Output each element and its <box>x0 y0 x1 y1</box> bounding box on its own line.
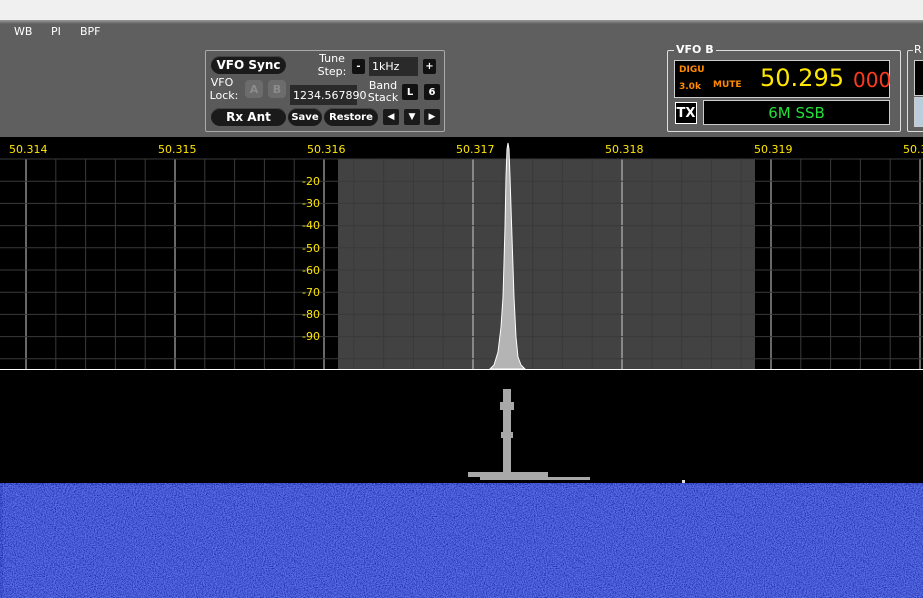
vfo-b-sub-frequency: 000 <box>853 68 892 92</box>
top-freq-tick: 50.316 <box>307 143 346 156</box>
frequency-entry[interactable]: 1234.567890 <box>290 85 366 105</box>
right-panel-title: R <box>913 43 923 56</box>
tune-step-plus-button[interactable]: + <box>423 59 436 74</box>
panadapter[interactable] <box>0 137 923 372</box>
down-arrow-icon[interactable]: ▼ <box>404 109 420 125</box>
tune-step-label-1: Tune <box>319 52 345 65</box>
vfo-b-display[interactable]: DIGU 3.0k MUTE 50.295 000 <box>674 60 892 98</box>
tune-step-minus-button[interactable]: - <box>352 59 365 74</box>
db-tick: -60 <box>302 263 320 277</box>
waterfall[interactable] <box>0 372 923 598</box>
band-stack-6-button[interactable]: 6 <box>424 84 440 100</box>
vfo-sync-button[interactable]: VFO Sync <box>211 56 286 74</box>
tx-button[interactable]: TX <box>675 102 697 124</box>
filter-passband <box>338 159 755 370</box>
restore-button[interactable]: Restore <box>324 108 378 126</box>
db-tick: -40 <box>302 219 320 233</box>
vfo-lock-label-2: Lock: <box>209 89 239 102</box>
menu-bpf[interactable]: BPF <box>80 25 101 38</box>
db-tick: -90 <box>302 330 320 344</box>
top-freq-tick: 50.315 <box>158 143 197 156</box>
right-panel-display-2 <box>914 97 923 127</box>
top-freq-tick: 50.317 <box>456 143 495 156</box>
band-stack-label-2: Stack <box>367 91 399 104</box>
top-freq-tick: 50.3 <box>903 143 923 156</box>
menu-wb[interactable]: WB <box>14 25 32 38</box>
lock-a-button[interactable]: A <box>245 80 263 98</box>
top-freq-tick: 50.314 <box>9 143 48 156</box>
db-tick: -20 <box>302 175 320 188</box>
tune-step-label-2: Step: <box>317 65 347 78</box>
title-bar <box>0 0 923 20</box>
save-button[interactable]: Save <box>288 108 322 126</box>
db-tick: -80 <box>302 308 320 322</box>
db-tick: -30 <box>302 197 320 211</box>
top-freq-tick: 50.319 <box>754 143 793 156</box>
band-mode-display: 6M SSB <box>703 100 890 125</box>
mode-label: DIGU <box>679 65 705 75</box>
db-tick: -50 <box>302 241 320 255</box>
right-panel-display <box>914 60 923 96</box>
lock-b-button[interactable]: B <box>268 80 286 98</box>
left-arrow-icon[interactable]: ◀ <box>383 109 399 125</box>
top-freq-tick: 50.318 <box>605 143 644 156</box>
tune-step-value[interactable]: 1kHz <box>369 57 418 76</box>
vfo-lock-label-1: VFO <box>210 76 234 89</box>
rx-ant-button[interactable]: Rx Ant <box>211 108 286 126</box>
filter-label: 3.0k <box>679 82 701 92</box>
menu-pi[interactable]: PI <box>51 25 61 38</box>
db-tick: -70 <box>302 286 320 299</box>
vfo-b-title: VFO B <box>674 43 716 56</box>
vfo-b-frequency: 50.295 <box>760 64 844 92</box>
right-arrow-icon[interactable]: ▶ <box>424 109 440 125</box>
mute-label: MUTE <box>713 80 742 90</box>
band-stack-l-button[interactable]: L <box>402 84 418 100</box>
